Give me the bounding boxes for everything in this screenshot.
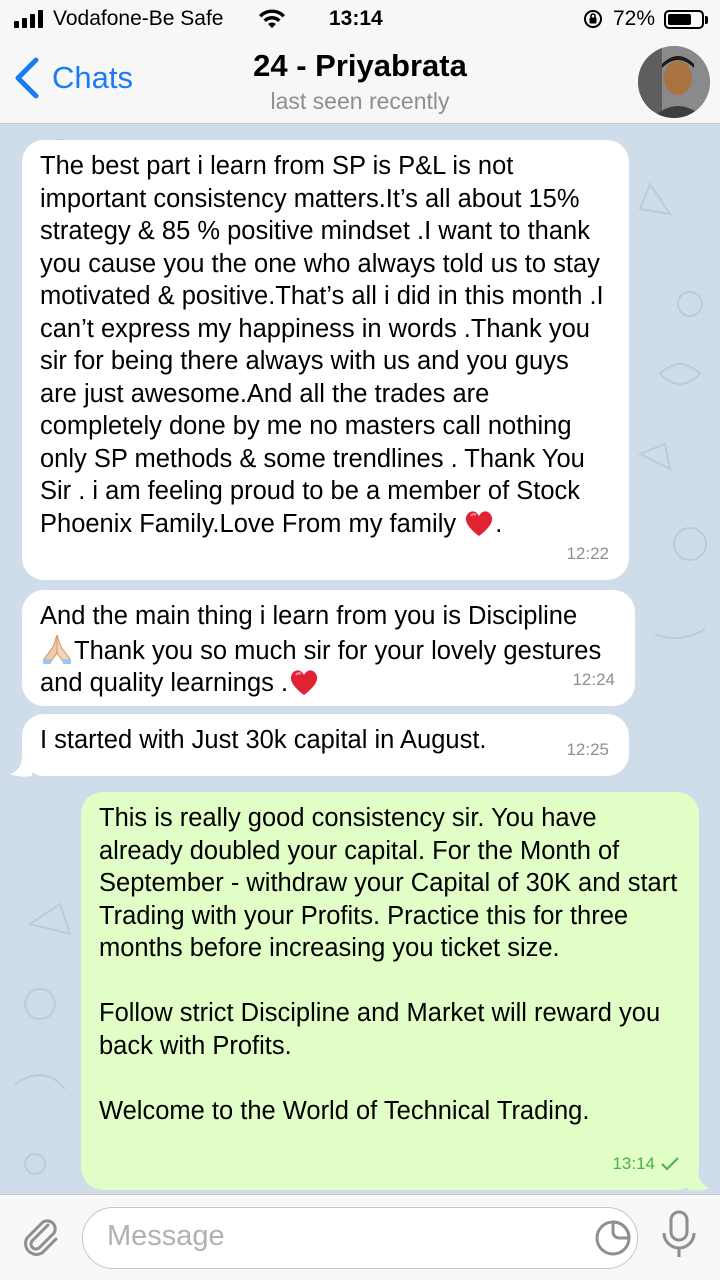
heart-emoji-icon: [290, 670, 318, 695]
status-bar: Vodafone-Be Safe 13:14 72%: [0, 0, 720, 38]
message-bubble-outgoing[interactable]: This is really good consistency sir. You…: [81, 792, 699, 1190]
message-text: This is really good consistency sir. You…: [99, 804, 678, 1125]
message-text: And the main thing i learn from you is D…: [40, 602, 609, 697]
message-meta: 13:14: [612, 1148, 679, 1181]
composer-bar: [0, 1194, 720, 1280]
message-text: I started with Just 30k capital in Augus…: [40, 726, 487, 754]
chat-title-block[interactable]: 24 - Priyabrata last seen recently: [0, 48, 720, 115]
carrier-name: Vodafone-Be Safe: [53, 7, 224, 30]
last-seen-status: last seen recently: [270, 88, 450, 114]
message-time: 12:22: [566, 543, 609, 563]
attach-paperclip-icon[interactable]: [18, 1213, 64, 1259]
microphone-icon[interactable]: [660, 1209, 698, 1261]
battery-icon: [664, 10, 708, 29]
folded-hands-emoji-icon: [43, 634, 71, 664]
sent-check-icon: [661, 1157, 679, 1171]
avatar[interactable]: [638, 46, 710, 118]
message-time: 12:24: [572, 669, 615, 689]
message-time: 13:14: [612, 1153, 655, 1173]
message-input[interactable]: [107, 1220, 567, 1253]
message-field-wrapper[interactable]: [82, 1207, 638, 1269]
avatar-photo: [638, 46, 710, 118]
battery-percent: 72%: [613, 7, 656, 30]
message-bubble-incoming[interactable]: The best part i learn from SP is P&L is …: [22, 140, 629, 580]
wifi-icon: [259, 9, 285, 28]
bubble-tail: [688, 1170, 710, 1191]
orientation-lock-icon: [584, 10, 602, 28]
heart-emoji-icon: [466, 510, 493, 536]
chat-title: 24 - Priyabrata: [253, 48, 467, 83]
chat-header: Chats 24 - Priyabrata last seen recently: [0, 38, 720, 124]
message-time: 12:25: [566, 739, 609, 759]
message-text: The best part i learn from SP is P&L is …: [40, 152, 611, 538]
message-bubble-incoming[interactable]: And the main thing i learn from you is D…: [22, 590, 635, 706]
bubble-tail: [10, 756, 32, 777]
sticker-icon[interactable]: [593, 1218, 633, 1258]
signal-icon: [14, 10, 43, 28]
status-time: 13:14: [329, 7, 383, 30]
message-list[interactable]: The best part i learn from SP is P&L is …: [0, 124, 720, 1194]
message-bubble-incoming[interactable]: I started with Just 30k capital in Augus…: [22, 714, 629, 776]
